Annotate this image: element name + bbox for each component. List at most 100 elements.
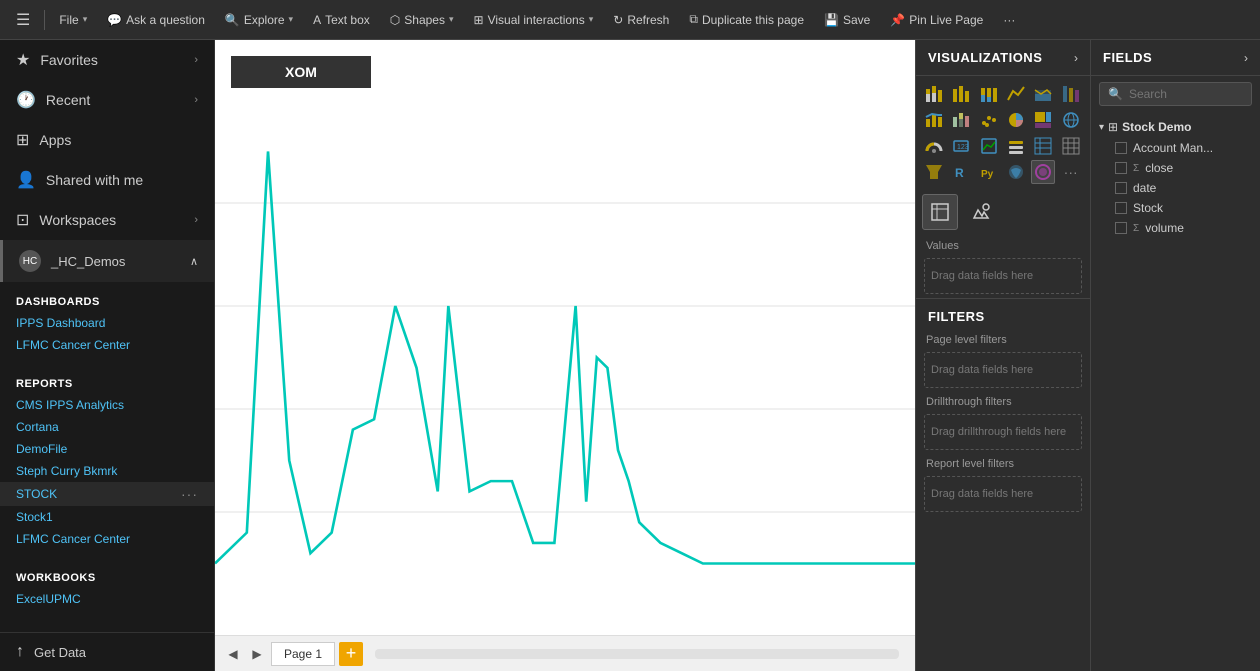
viz-stacked-bar-icon[interactable] <box>922 82 946 106</box>
volume-checkbox[interactable] <box>1115 222 1127 234</box>
viz-table-icon[interactable] <box>1031 134 1055 158</box>
stock-options-icon[interactable]: ··· <box>181 486 198 502</box>
hc-demos-header[interactable]: HC _HC_Demos ∧ <box>0 240 214 282</box>
field-volume[interactable]: Σ volume <box>1091 218 1260 238</box>
page-level-filters-label: Page level filters <box>916 330 1090 348</box>
date-checkbox[interactable] <box>1115 182 1127 194</box>
ipps-dashboard-item[interactable]: IPPS Dashboard <box>0 312 214 334</box>
field-stock[interactable]: Stock <box>1091 198 1260 218</box>
stock-checkbox[interactable] <box>1115 202 1127 214</box>
page-prev-arrow[interactable]: ◀ <box>223 644 243 664</box>
workspaces-icon: ⊡ <box>16 210 29 230</box>
sidebar-item-apps[interactable]: ⊞ Apps <box>0 120 214 160</box>
sidebar-item-recent[interactable]: 🕐 Recent › <box>0 80 214 120</box>
viz-custom-icon[interactable] <box>1031 160 1055 184</box>
fields-group-stock-demo[interactable]: ▾ ⊞ Stock Demo <box>1091 116 1260 138</box>
hamburger-icon[interactable]: ☰ <box>8 6 38 34</box>
workbooks-section: WORKBOOKS ExcelUPMC <box>0 558 214 618</box>
shapes-button[interactable]: ⬡ Shapes ▾ <box>382 9 462 31</box>
viz-slicer-icon[interactable] <box>1004 134 1028 158</box>
close-checkbox[interactable] <box>1115 162 1127 174</box>
pin-label: Pin Live Page <box>909 13 983 27</box>
field-close[interactable]: Σ close <box>1091 158 1260 178</box>
sidebar-item-shared[interactable]: 👤 Shared with me <box>0 160 214 200</box>
dashboards-section: DASHBOARDS IPPS Dashboard LFMC Cancer Ce… <box>0 282 214 364</box>
page-level-drop-zone[interactable]: Drag data fields here <box>924 352 1082 388</box>
refresh-label: Refresh <box>627 13 669 27</box>
viz-filled-map-icon[interactable] <box>1004 160 1028 184</box>
more-button[interactable]: ··· <box>995 9 1023 31</box>
demofile-item[interactable]: DemoFile <box>0 438 214 460</box>
save-button[interactable]: 💾 Save <box>816 9 878 31</box>
viz-area-chart-icon[interactable] <box>1031 82 1055 106</box>
sidebar-item-workspaces[interactable]: ⊡ Workspaces › <box>0 200 214 240</box>
viz-more-icon[interactable]: ··· <box>1059 160 1083 184</box>
page-1-tab[interactable]: Page 1 <box>271 642 335 666</box>
viz-pie-icon[interactable] <box>1004 108 1028 132</box>
viz-expand-icon[interactable]: › <box>1074 51 1078 65</box>
viz-panel-header: VISUALIZATIONS › <box>916 40 1090 76</box>
viz-waterfall-icon[interactable] <box>949 108 973 132</box>
viz-tools-row <box>916 190 1090 234</box>
viz-fields-tool[interactable] <box>922 194 958 230</box>
add-page-button[interactable]: + <box>339 642 363 666</box>
field-date[interactable]: date <box>1091 178 1260 198</box>
viz-format-tool[interactable] <box>962 194 998 230</box>
visual-interactions-button[interactable]: ⊞ Visual interactions ▾ <box>466 9 602 31</box>
account-man-checkbox[interactable] <box>1115 142 1127 154</box>
drillthrough-drop-zone[interactable]: Drag drillthrough fields here <box>924 414 1082 450</box>
textbox-button[interactable]: A Text box <box>305 9 378 31</box>
field-account-man[interactable]: Account Man... <box>1091 138 1260 158</box>
fields-search-input[interactable] <box>1129 87 1243 101</box>
viz-map-icon[interactable] <box>1059 108 1083 132</box>
stock1-item[interactable]: Stock1 <box>0 506 214 528</box>
viz-gauge-icon[interactable] <box>922 134 946 158</box>
explore-button[interactable]: 🔍 Explore ▾ <box>217 9 301 31</box>
report-level-drop-zone[interactable]: Drag data fields here <box>924 476 1082 512</box>
viz-card-icon[interactable]: 123 <box>949 134 973 158</box>
lfmc-cancer-center-report-item[interactable]: LFMC Cancer Center <box>0 528 214 550</box>
stock-item[interactable]: STOCK ··· <box>0 482 214 506</box>
fields-expand-icon[interactable]: › <box>1244 51 1248 65</box>
visual-icon: ⊞ <box>474 13 484 27</box>
viz-py-icon[interactable]: Py <box>977 160 1001 184</box>
viz-scatter-icon[interactable] <box>977 108 1001 132</box>
cortana-item[interactable]: Cortana <box>0 416 214 438</box>
xom-label: XOM <box>231 56 371 88</box>
steph-curry-item[interactable]: Steph Curry Bkmrk <box>0 460 214 482</box>
fields-search-box[interactable]: 🔍 <box>1099 82 1252 106</box>
viz-r-icon[interactable]: R <box>949 160 973 184</box>
pin-live-page-button[interactable]: 📌 Pin Live Page <box>882 9 991 31</box>
viz-line-chart-icon[interactable] <box>1004 82 1028 106</box>
viz-funnel-icon[interactable] <box>922 160 946 184</box>
viz-ribbon-chart-icon[interactable] <box>1059 82 1083 106</box>
refresh-button[interactable]: ↻ Refresh <box>605 9 677 31</box>
page-next-arrow[interactable]: ▶ <box>247 644 267 664</box>
sidebar-item-favorites[interactable]: ★ Favorites › <box>0 40 214 80</box>
cms-ipps-item[interactable]: CMS IPPS Analytics <box>0 394 214 416</box>
canvas-scrollbar[interactable] <box>375 649 899 659</box>
visualizations-panel: VISUALIZATIONS › <box>915 40 1090 671</box>
recent-label: Recent <box>46 92 90 108</box>
viz-matrix-icon[interactable] <box>1059 134 1083 158</box>
get-data-item[interactable]: ↑ Get Data <box>0 633 214 671</box>
viz-kpi-icon[interactable] <box>977 134 1001 158</box>
excelupmc-item[interactable]: ExcelUPMC <box>0 588 214 610</box>
duplicate-button[interactable]: ⧉ Duplicate this page <box>681 8 812 31</box>
viz-bar-chart-icon[interactable] <box>949 82 973 106</box>
viz-100pct-bar-icon[interactable] <box>977 82 1001 106</box>
viz-line-combo-icon[interactable] <box>922 108 946 132</box>
lfmc-cancer-center-dash-item[interactable]: LFMC Cancer Center <box>0 334 214 356</box>
viz-icons-grid: 123 R Py <box>916 76 1090 190</box>
hc-demos-section: HC _HC_Demos ∧ DASHBOARDS IPPS Dashboard… <box>0 240 214 618</box>
viz-treemap-icon[interactable] <box>1031 108 1055 132</box>
values-drop-zone[interactable]: Drag data fields here <box>924 258 1082 294</box>
file-menu-button[interactable]: File ▾ <box>51 9 95 31</box>
ask-question-button[interactable]: 💬 Ask a question <box>99 9 213 31</box>
drill-drag-placeholder: Drag drillthrough fields here <box>931 426 1066 438</box>
drillthrough-label: Drillthrough filters <box>916 392 1090 410</box>
canvas-content[interactable]: XOM <box>215 40 915 635</box>
ask-label: Ask a question <box>126 13 205 27</box>
stock-demo-group-name: Stock Demo <box>1122 120 1191 134</box>
shared-label: Shared with me <box>46 172 143 188</box>
